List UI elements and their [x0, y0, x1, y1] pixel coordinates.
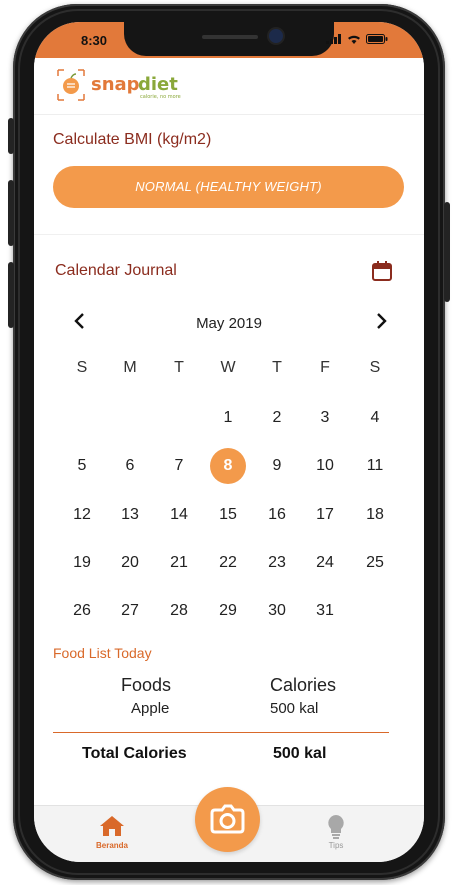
calendar-day[interactable]: 20 [112, 545, 148, 581]
chevron-right-icon[interactable] [375, 312, 389, 330]
calendar-day[interactable]: 24 [307, 545, 343, 581]
bmi-title: Calculate BMI (kg/m2) [53, 131, 212, 148]
calendar-day[interactable]: 3 [307, 400, 343, 436]
calendar-day[interactable]: 26 [64, 593, 100, 629]
calendar-day[interactable]: 5 [64, 448, 100, 484]
nav-label-beranda[interactable]: Beranda [85, 841, 139, 850]
home-icon[interactable] [92, 814, 132, 838]
calendar-day[interactable]: 21 [161, 545, 197, 581]
chevron-left-icon[interactable] [72, 312, 86, 330]
foods-header: Foods [121, 675, 172, 695]
calendar-day[interactable]: 29 [210, 593, 246, 629]
calendar-day[interactable]: 11 [357, 448, 393, 484]
calendar-day[interactable]: 30 [259, 593, 295, 629]
food-list-title: Food List Today [53, 645, 152, 661]
section-divider [34, 234, 424, 235]
calendar-day[interactable]: 9 [259, 448, 295, 484]
food-calories: 500 kal [270, 700, 319, 717]
calendar-day[interactable]: 13 [112, 497, 148, 533]
calendar-day[interactable]: 14 [161, 497, 197, 533]
weekday-header: W [220, 359, 236, 376]
snapdiet-logo: snap diet calorie, no more [57, 69, 181, 101]
calendar-day[interactable]: 22 [210, 545, 246, 581]
calendar-day[interactable]: 4 [357, 400, 393, 436]
calendar-title: Calendar Journal [55, 262, 177, 279]
calendar-day[interactable]: 19 [64, 545, 100, 581]
weekday-header: T [174, 359, 184, 376]
weekday-header: S [369, 359, 381, 376]
calendar-day[interactable]: 31 [307, 593, 343, 629]
calendar-day[interactable]: 18 [357, 497, 393, 533]
calendar-day[interactable]: 7 [161, 448, 197, 484]
wifi-icon [348, 35, 360, 44]
calendar-icon[interactable] [372, 261, 392, 281]
speaker-grille [202, 35, 258, 39]
calendar-day[interactable]: 6 [112, 448, 148, 484]
status-icons [326, 34, 388, 44]
nav-label-tips[interactable]: Tips [316, 841, 356, 850]
weekday-header: M [123, 359, 137, 376]
calendar-day[interactable]: 27 [112, 593, 148, 629]
signal-icon [326, 34, 341, 44]
svg-text:snap: snap [91, 74, 140, 95]
weekday-header: T [272, 359, 282, 376]
status-time: 8:30 [81, 33, 108, 48]
food-name: Apple [131, 700, 170, 717]
weekday-header: F [320, 359, 330, 376]
volume-up-button [8, 180, 14, 246]
calendar-day[interactable]: 12 [64, 497, 100, 533]
calendar-day-selected[interactable]: 8 [210, 448, 246, 484]
total-calories-label: Total Calories [82, 745, 187, 762]
calendar-day[interactable]: 16 [259, 497, 295, 533]
calendar-day[interactable]: 23 [259, 545, 295, 581]
calendar-day[interactable]: 1 [210, 400, 246, 436]
calendar-day[interactable]: 28 [161, 593, 197, 629]
calendar-day[interactable]: 25 [357, 545, 393, 581]
calendar-day[interactable]: 10 [307, 448, 343, 484]
power-button [444, 202, 450, 302]
lightbulb-icon[interactable] [326, 814, 346, 840]
calories-header: Calories [270, 675, 337, 695]
app-header: snap diet calorie, no more [34, 58, 424, 115]
status-bar: 8:30 [34, 22, 424, 58]
food-list-divider [53, 732, 389, 733]
mute-switch [8, 118, 14, 154]
app-screen: 8:30 snap diet calorie, no more Calculat… [34, 22, 424, 862]
calendar-day[interactable]: 2 [259, 400, 295, 436]
weekday-header: S [76, 359, 88, 376]
bmi-result-button[interactable]: NORMAL (HEALTHY WEIGHT) [53, 166, 404, 208]
total-calories-value: 500 kal [273, 745, 327, 762]
calendar-day[interactable]: 15 [210, 497, 246, 533]
calendar-day[interactable]: 17 [307, 497, 343, 533]
calendar-month-label: May 2019 [196, 315, 262, 332]
camera-fab-button[interactable] [195, 787, 260, 852]
front-camera [269, 29, 283, 43]
volume-down-button [8, 262, 14, 328]
svg-text:calorie, no more: calorie, no more [140, 94, 181, 100]
camera-icon [210, 804, 245, 834]
battery-icon [366, 34, 388, 44]
svg-text:diet: diet [138, 74, 178, 95]
notch [124, 22, 334, 56]
